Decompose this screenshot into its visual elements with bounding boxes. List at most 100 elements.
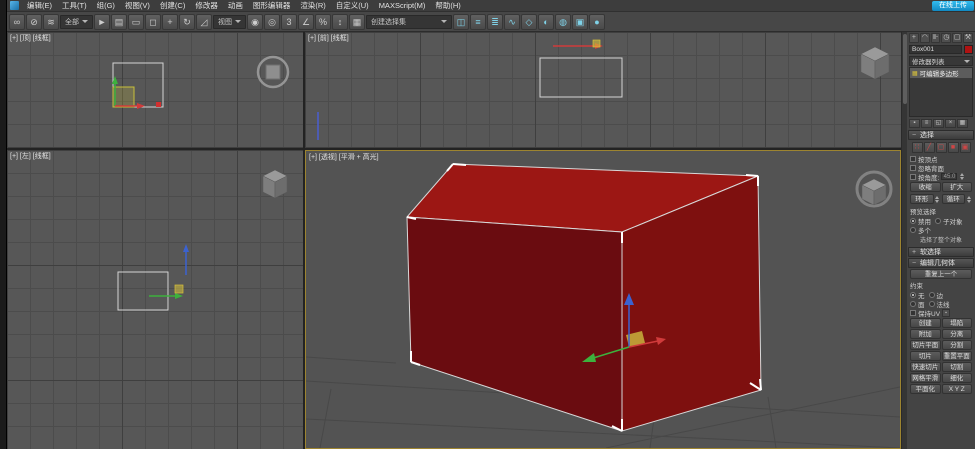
viewport-front[interactable]: [+] [前] [线框] [305, 32, 901, 148]
layer-manager-icon[interactable]: ≣ [487, 14, 503, 30]
move-gizmo[interactable] [553, 40, 603, 49]
rollout-soft-selection-header[interactable]: + 软选择 [908, 247, 974, 257]
grow-button[interactable]: 扩大 [942, 182, 973, 192]
menu-item[interactable]: 动画 [223, 0, 248, 12]
named-selection-sets-dropdown[interactable]: 创建选择集 [366, 15, 452, 29]
menu-item[interactable]: 自定义(U) [331, 0, 374, 12]
window-crossing-icon[interactable]: ◻ [145, 14, 161, 30]
viewport-top-label[interactable]: [+] [顶] [线框] [10, 33, 51, 43]
preview-subobject-radio[interactable]: 子对象 [935, 216, 963, 226]
tab-hierarchy[interactable]: ⊪ [931, 33, 941, 43]
menu-item[interactable]: 渲染(R) [295, 0, 330, 12]
select-and-move-icon[interactable]: + [162, 14, 178, 30]
render-setup-icon[interactable]: ◍ [555, 14, 571, 30]
reference-coordinate-dropdown[interactable]: 视图 [213, 15, 246, 29]
menu-item[interactable]: 组(G) [92, 0, 120, 12]
menu-item[interactable]: 帮助(H) [430, 0, 465, 12]
box-wireframe-left-view[interactable] [118, 272, 168, 310]
box-wireframe-front-view[interactable] [540, 58, 622, 97]
panel-button[interactable]: 重置平面 [942, 351, 973, 361]
box-3d[interactable] [407, 164, 761, 431]
selection-filter-dropdown[interactable]: 全部 [60, 15, 93, 29]
ignore-backfacing-checkbox[interactable]: 忽略背面 [910, 163, 972, 172]
rollout-selection-header[interactable]: − 选择 [908, 130, 974, 140]
spinner-icon[interactable] [935, 195, 940, 203]
angle-snap-icon[interactable]: ∠ [298, 14, 314, 30]
viewport-front-label[interactable]: [+] [前] [线框] [308, 33, 349, 43]
menu-item[interactable]: 修改器 [190, 0, 223, 12]
rectangular-region-icon[interactable]: ▭ [128, 14, 144, 30]
spinner-snap-icon[interactable]: ↕ [332, 14, 348, 30]
panel-button[interactable]: 分离 [942, 329, 973, 339]
rollout-edit-geometry-header[interactable]: − 编辑几何体 [908, 258, 974, 268]
scrollbar-thumb[interactable] [903, 34, 907, 104]
render-production-icon[interactable]: ● [589, 14, 605, 30]
panel-button[interactable]: 创建 [910, 318, 941, 328]
constraint-normal-radio[interactable]: 法线 [929, 299, 950, 309]
mirror-icon[interactable]: ◫ [453, 14, 469, 30]
border-icon[interactable]: ▢ [936, 142, 947, 153]
percent-snap-icon[interactable]: % [315, 14, 331, 30]
preserve-uv-settings-button[interactable]: ▪ [942, 309, 950, 317]
panel-button[interactable]: 平面化 [910, 384, 941, 394]
tab-utilities[interactable]: ⚒ [963, 33, 973, 43]
use-pivot-center-icon[interactable]: ◉ [247, 14, 263, 30]
make-unique-icon[interactable]: ◱ [933, 119, 944, 128]
stack-item-editable-poly[interactable]: ▦ 可编辑多边形 [910, 68, 972, 78]
preserve-uv-checkbox[interactable]: 保持UV ▪ [910, 308, 972, 317]
command-panel-scrollbar[interactable] [901, 32, 907, 449]
spinner-icon[interactable] [959, 173, 964, 181]
bind-to-space-warp-icon[interactable]: ≋ [43, 14, 59, 30]
menu-item[interactable]: 工具(T) [57, 0, 92, 12]
object-color-swatch[interactable] [964, 45, 973, 54]
angle-value-field[interactable]: 45.0 [941, 173, 957, 180]
panel-button[interactable]: X Y Z [942, 384, 973, 394]
panel-button[interactable]: 切片 [910, 351, 941, 361]
select-and-rotate-icon[interactable]: ↻ [179, 14, 195, 30]
edit-named-sets-icon[interactable]: ▦ [349, 14, 365, 30]
show-end-result-icon[interactable]: ≡ [921, 119, 932, 128]
edge-icon[interactable]: ╱ [924, 142, 935, 153]
vertex-icon[interactable]: ∷ [912, 142, 923, 153]
snaps-toggle-icon[interactable]: 3 [281, 14, 297, 30]
menu-item[interactable]: 视图(V) [120, 0, 155, 12]
schematic-view-icon[interactable]: ◇ [521, 14, 537, 30]
viewport-left[interactable]: [+] [左] [线框] [7, 150, 303, 449]
shrink-button[interactable]: 收缩 [910, 182, 941, 192]
panel-button[interactable]: 快速切片 [910, 362, 941, 372]
select-by-name-icon[interactable]: ▤ [111, 14, 127, 30]
material-editor-icon[interactable]: ◐ [538, 14, 554, 30]
gizmo-xy-plane-handle[interactable] [113, 87, 134, 107]
online-upload-button[interactable]: 在线上传 [932, 1, 974, 11]
menu-item[interactable]: 图形编辑器 [248, 0, 296, 12]
ring-button[interactable]: 环形 [910, 194, 934, 204]
viewcube[interactable] [263, 170, 287, 198]
loop-button[interactable]: 循环 [942, 194, 966, 204]
polygon-icon[interactable]: ■ [948, 142, 959, 153]
panel-button[interactable]: 细化 [942, 373, 973, 383]
viewport-left-label[interactable]: [+] [左] [线框] [10, 151, 51, 161]
configure-modifier-sets-icon[interactable]: ▦ [957, 119, 968, 128]
viewport-top[interactable]: [+] [顶] [线框] [7, 32, 303, 148]
select-and-link-icon[interactable]: ∞ [9, 14, 25, 30]
preview-multi-radio[interactable]: 多个 [910, 225, 931, 235]
selected-vertex-marker[interactable] [156, 102, 161, 107]
viewport-perspective[interactable]: [+] [透视] [平滑 + 高光] [305, 150, 901, 449]
rendered-frame-icon[interactable]: ▣ [572, 14, 588, 30]
viewcube-compass[interactable] [258, 57, 288, 87]
tab-display[interactable]: ▢ [952, 33, 962, 43]
viewcube[interactable] [857, 172, 891, 206]
select-and-manipulate-icon[interactable]: ◎ [264, 14, 280, 30]
element-icon[interactable]: ▣ [960, 142, 971, 153]
app-logo-icon[interactable] [10, 1, 19, 10]
panel-button[interactable]: 附加 [910, 329, 941, 339]
panel-button[interactable]: 塌陷 [942, 318, 973, 328]
object-name-field[interactable]: Box001 [909, 45, 962, 54]
unlink-selection-icon[interactable]: ⊘ [26, 14, 42, 30]
tab-motion[interactable]: ◷ [941, 33, 951, 43]
repeat-last-button[interactable]: 重复上一个 [910, 269, 972, 279]
select-object-icon[interactable]: ► [94, 14, 110, 30]
menu-item[interactable]: MAXScript(M) [374, 0, 431, 12]
panel-button[interactable]: 切割 [942, 362, 973, 372]
by-vertex-checkbox[interactable]: 按顶点 [910, 154, 972, 163]
